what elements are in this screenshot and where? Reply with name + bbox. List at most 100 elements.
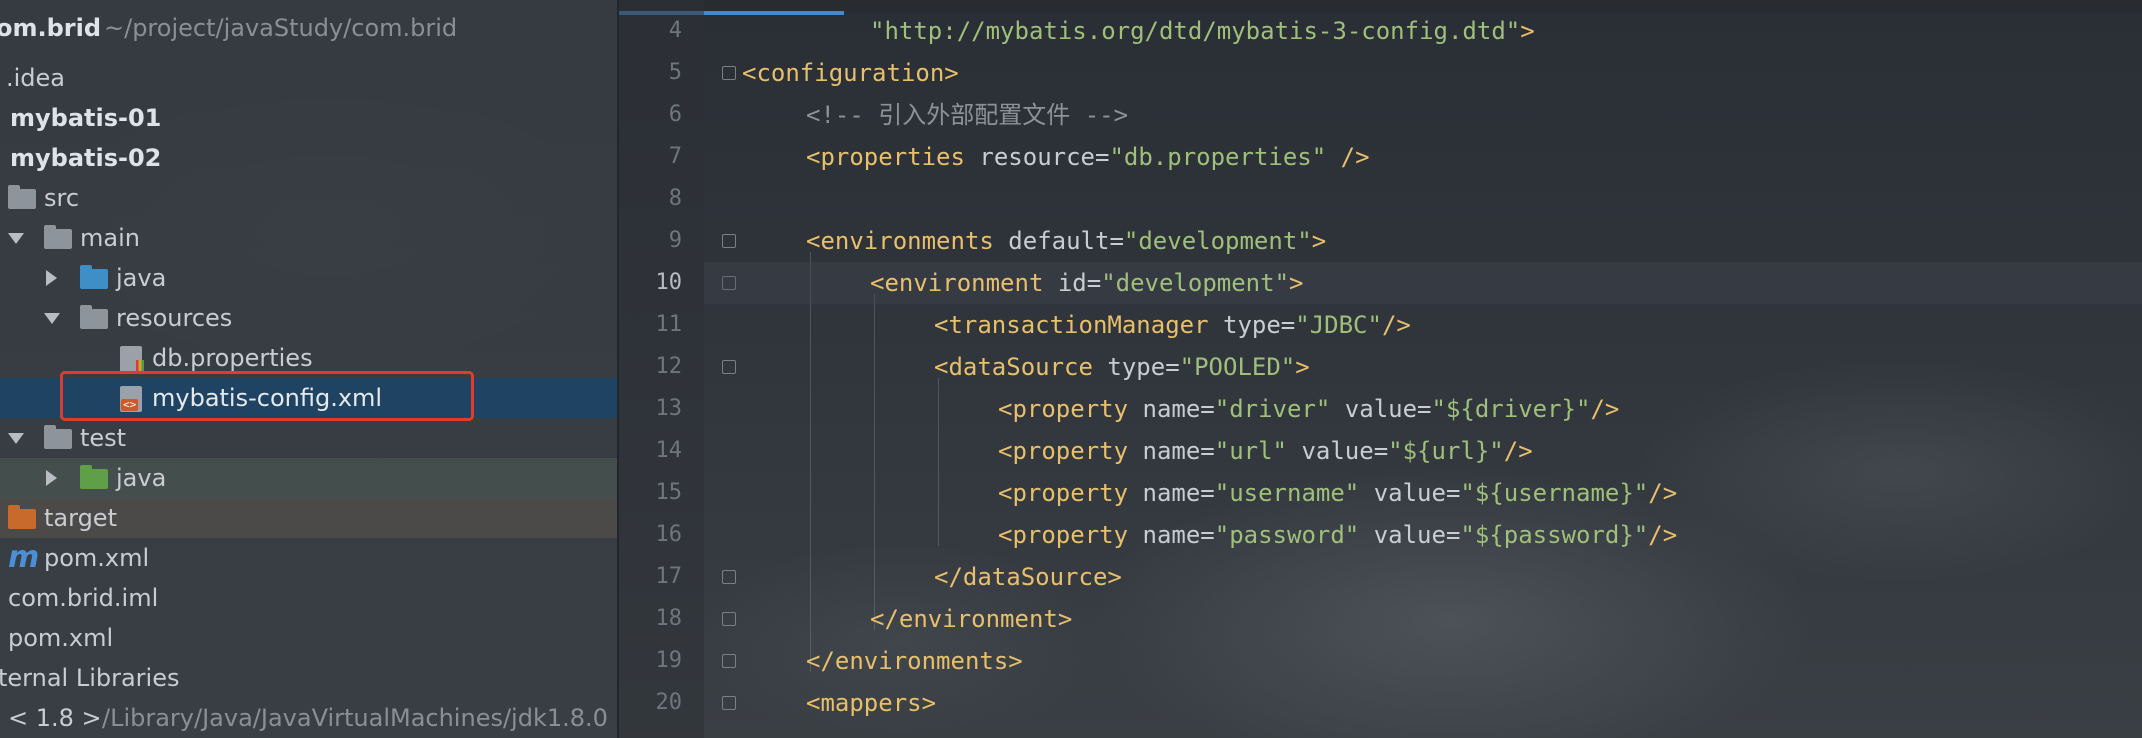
- code-token: />: [1590, 395, 1620, 423]
- code-line-13: <property name="driver" value="${driver}…: [704, 388, 2142, 430]
- tree-item-label: pom.xml: [8, 624, 114, 652]
- code-token: <property: [998, 521, 1129, 549]
- code-token: type=: [1092, 353, 1180, 381]
- tree-item-test[interactable]: test: [0, 418, 617, 458]
- line-number: 14: [655, 438, 683, 463]
- code-line-9: <environments default="development">: [704, 220, 2142, 262]
- tree-item-mybatis-01[interactable]: mybatis-01: [0, 98, 617, 138]
- collapse-arrow-icon[interactable]: [46, 270, 57, 286]
- code-token: <dataSource: [934, 353, 1093, 381]
- code-token: </dataSource>: [934, 563, 1122, 591]
- code-token: >: [1520, 17, 1535, 45]
- code-line-19: </environments>: [704, 640, 2142, 682]
- line-number: 4: [668, 18, 682, 43]
- code-line-18: </environment>: [704, 598, 2142, 640]
- code-token: "${url}": [1388, 437, 1504, 465]
- tree-item-label: java: [116, 464, 167, 492]
- code-line-11: <transactionManager type="JDBC"/>: [704, 304, 2142, 346]
- line-number: 6: [668, 102, 682, 127]
- expand-arrow-icon[interactable]: [8, 433, 24, 444]
- code-token: >: [1289, 269, 1304, 297]
- code-token: <configuration>: [742, 59, 959, 87]
- code-line-6: <!-- 引入外部配置文件 -->: [704, 94, 2142, 136]
- tree-item-jdk[interactable]: < 1.8 > /Library/Java/JavaVirtualMachine…: [0, 698, 617, 738]
- tree-item-label: .idea: [6, 64, 66, 92]
- code-token: >: [1311, 227, 1327, 255]
- code-editor[interactable]: "http://mybatis.org/dtd/mybatis-3-config…: [704, 0, 2142, 738]
- code-token: "http://mybatis.org/dtd/mybatis-3-config…: [870, 17, 1521, 45]
- code-line-10-current: <environment id="development">: [704, 262, 2142, 304]
- code-token: value=: [1330, 395, 1432, 423]
- code-token: "development": [1123, 227, 1312, 255]
- code-token: />: [1326, 143, 1370, 171]
- tree-item-pom-root[interactable]: pom.xml: [0, 618, 617, 658]
- code-token: "username": [1214, 479, 1360, 507]
- code-token: </environment>: [870, 605, 1073, 633]
- code-token: "JDBC": [1295, 311, 1382, 339]
- line-number: 20: [655, 690, 683, 715]
- line-number: 9: [668, 228, 682, 253]
- code-line-17: </dataSource>: [704, 556, 2142, 598]
- code-token: id=: [1043, 269, 1102, 297]
- tree-item-main[interactable]: main: [0, 218, 617, 258]
- tree-item-java-main[interactable]: java: [0, 258, 617, 298]
- code-token: <property: [998, 479, 1129, 507]
- tree-item-label: com.brid.iml: [8, 584, 159, 612]
- tree-item-src[interactable]: src: [0, 178, 617, 218]
- tree-item-pom-module[interactable]: m pom.xml: [0, 538, 617, 578]
- tree-item-label: pom.xml: [44, 544, 150, 572]
- tree-item-java-test[interactable]: java: [0, 458, 617, 498]
- tree-item-mybatis-02[interactable]: mybatis-02: [0, 138, 617, 178]
- code-token: />: [1648, 479, 1678, 507]
- line-number: 12: [655, 354, 683, 379]
- project-root-name: om.brid: [0, 14, 102, 42]
- collapse-arrow-icon[interactable]: [46, 470, 57, 486]
- line-number: 18: [655, 606, 683, 631]
- tree-item-label: src: [44, 184, 80, 212]
- code-token: value=: [1359, 521, 1461, 549]
- tree-root[interactable]: om.brid ~/project/javaStudy/com.brid: [0, 8, 617, 48]
- tree-item-iml[interactable]: com.brid.iml: [0, 578, 617, 618]
- code-token: />: [1503, 437, 1533, 465]
- line-number: 8: [668, 186, 682, 211]
- folder-icon: [8, 185, 36, 209]
- code-token: name=: [1128, 395, 1215, 423]
- line-number: 5: [668, 60, 682, 85]
- folder-icon: [44, 425, 72, 449]
- tree-item-label: ternal Libraries: [0, 664, 180, 692]
- code-line-4: "http://mybatis.org/dtd/mybatis-3-config…: [704, 10, 2142, 52]
- code-token: resource=: [964, 143, 1110, 171]
- code-token: type=: [1208, 311, 1296, 339]
- tree-item-target[interactable]: target: [0, 498, 617, 538]
- code-token: "${driver}": [1431, 395, 1591, 423]
- jdk-path: /Library/Java/JavaVirtualMachines/jdk1.8…: [102, 704, 608, 732]
- properties-file-icon: [120, 346, 144, 372]
- code-token: value=: [1359, 479, 1461, 507]
- code-token: />: [1381, 311, 1411, 339]
- line-number-current: 10: [655, 270, 683, 295]
- resources-folder-icon: [80, 305, 108, 329]
- line-number: 7: [668, 144, 682, 169]
- code-token: <property: [998, 395, 1129, 423]
- code-token: "url": [1214, 437, 1287, 465]
- tree-item-resources[interactable]: resources: [0, 298, 617, 338]
- code-token: <environments: [806, 227, 994, 255]
- tree-item-external-libraries[interactable]: ternal Libraries: [0, 658, 617, 698]
- tree-item-label: mybatis-01: [10, 104, 162, 132]
- code-token: name=: [1128, 479, 1215, 507]
- code-token: name=: [1128, 521, 1215, 549]
- code-token: "development": [1101, 269, 1290, 297]
- expand-arrow-icon[interactable]: [44, 313, 60, 324]
- source-folder-icon: [80, 265, 108, 289]
- code-line-7: <properties resource="db.properties" />: [704, 136, 2142, 178]
- maven-icon: m: [8, 540, 40, 575]
- code-line-12: <dataSource type="POOLED">: [704, 346, 2142, 388]
- tree-item-idea[interactable]: .idea: [0, 58, 617, 98]
- code-line-16: <property name="password" value="${passw…: [704, 514, 2142, 556]
- code-line-20: <mappers>: [704, 682, 2142, 724]
- expand-arrow-icon[interactable]: [8, 233, 24, 244]
- tree-item-label: main: [80, 224, 140, 252]
- line-number: 13: [655, 396, 683, 421]
- code-token: "${password}": [1460, 521, 1649, 549]
